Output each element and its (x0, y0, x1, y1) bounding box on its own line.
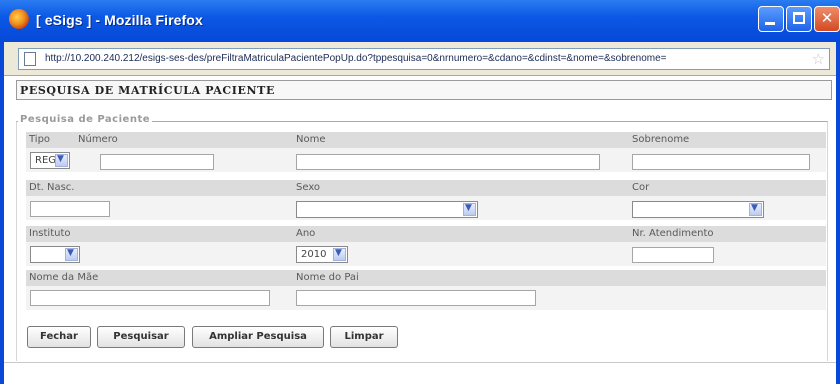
title-bar[interactable]: [ eSigs ] - Mozilla Firefox ✕ (0, 0, 840, 42)
cor-select[interactable]: ▼ (632, 201, 764, 218)
star-icon[interactable]: ☆ (812, 50, 825, 68)
chevron-down-icon: ▼ (749, 203, 762, 216)
fieldset-legend: Pesquisa de Paciente (18, 114, 152, 125)
close-icon: ✕ (820, 9, 834, 27)
fechar-button[interactable]: Fechar (27, 326, 91, 348)
chevron-down-icon: ▼ (55, 154, 68, 167)
close-button[interactable]: ✕ (814, 6, 840, 32)
maximize-icon (793, 12, 805, 24)
dtnasc-field[interactable] (30, 201, 110, 217)
pai-field[interactable] (296, 290, 536, 306)
window-title: [ eSigs ] - Mozilla Firefox (36, 12, 203, 28)
ano-label: Ano (296, 228, 316, 239)
sobrenome-label: Sobrenome (632, 134, 690, 145)
ampliar-pesquisa-button[interactable]: Ampliar Pesquisa (192, 326, 324, 348)
nome-field[interactable] (296, 154, 600, 170)
url-text[interactable]: http://10.200.240.212/esigs-ses-des/preF… (45, 53, 785, 64)
numero-label: Número (78, 134, 118, 145)
atendimento-label: Nr. Atendimento (632, 228, 714, 239)
chevron-down-icon: ▼ (463, 203, 476, 216)
mae-label: Nome da Mãe (29, 272, 99, 283)
maximize-button[interactable] (786, 6, 812, 32)
label-row-2: Dt. Nasc. Sexo Cor (26, 180, 826, 196)
instituto-select[interactable]: ▼ (30, 246, 80, 263)
mae-field[interactable] (30, 290, 270, 306)
sobrenome-field[interactable] (632, 154, 810, 170)
label-row-4: Nome da Mãe Nome do Pai (26, 270, 826, 286)
input-row-2: ▼ ▼ (26, 196, 826, 220)
browser-window: [ eSigs ] - Mozilla Firefox ✕ http://10.… (0, 0, 840, 384)
firefox-icon (9, 9, 29, 29)
page-title: PESQUISA DE MATRÍCULA PACIENTE (20, 84, 275, 97)
tipo-label: Tipo (29, 134, 51, 145)
ano-select-value: 2010 (301, 249, 327, 260)
label-row-1: Tipo Número Nome Sobrenome (26, 132, 826, 148)
url-field[interactable]: http://10.200.240.212/esigs-ses-des/preF… (18, 48, 830, 70)
numero-field[interactable] (100, 154, 214, 170)
label-row-3: Instituto Ano Nr. Atendimento (26, 226, 826, 242)
content-divider (4, 362, 836, 363)
page-title-box: PESQUISA DE MATRÍCULA PACIENTE (16, 80, 832, 100)
input-row-3: ▼ 2010 ▼ (26, 242, 826, 266)
tipo-select[interactable]: REG ▼ (30, 152, 70, 169)
cor-label: Cor (632, 182, 650, 193)
dtnasc-label: Dt. Nasc. (29, 182, 75, 193)
nome-label: Nome (296, 134, 326, 145)
minimize-button[interactable] (758, 6, 784, 32)
pai-label: Nome do Pai (296, 272, 359, 283)
instituto-label: Instituto (29, 228, 71, 239)
pesquisar-button[interactable]: Pesquisar (97, 326, 185, 348)
tipo-select-value: REG (35, 155, 57, 166)
input-row-1: REG ▼ (26, 148, 826, 172)
limpar-button[interactable]: Limpar (330, 326, 398, 348)
ano-select[interactable]: 2010 ▼ (296, 246, 348, 263)
chevron-down-icon: ▼ (333, 248, 346, 261)
chevron-down-icon: ▼ (65, 248, 78, 261)
input-row-4 (26, 286, 826, 310)
page-icon (24, 52, 36, 66)
atendimento-field[interactable] (632, 247, 714, 263)
sexo-select[interactable]: ▼ (296, 201, 478, 218)
sexo-label: Sexo (296, 182, 321, 193)
minimize-icon (765, 22, 775, 25)
address-bar: http://10.200.240.212/esigs-ses-des/preF… (4, 42, 836, 76)
